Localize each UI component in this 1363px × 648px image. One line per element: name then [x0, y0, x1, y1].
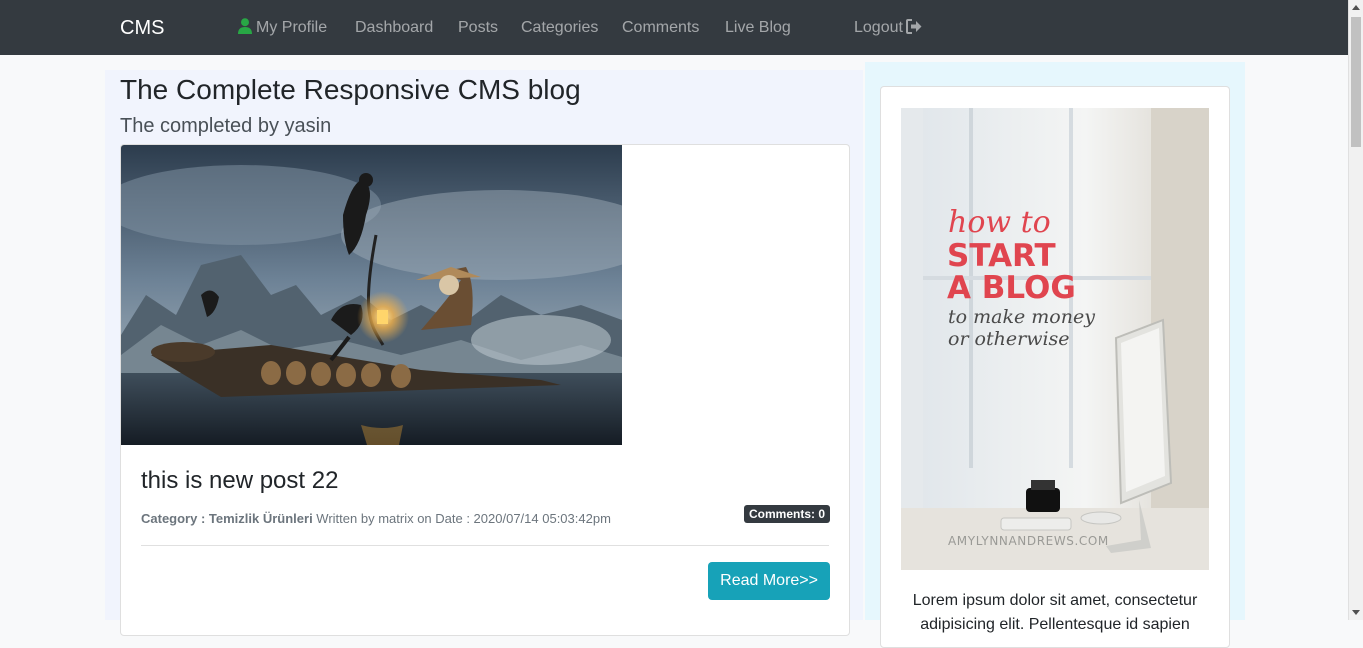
page-title: The Complete Responsive CMS blog	[120, 74, 581, 105]
post-image[interactable]	[121, 145, 622, 445]
sidebar-text: Lorem ipsum dolor sit amet, consectetur …	[912, 592, 1198, 633]
divider	[141, 545, 829, 546]
scroll-up-icon[interactable]	[1352, 5, 1360, 10]
sidebar-image-line2: START	[947, 238, 1056, 274]
post-category[interactable]: Category : Temizlik Ürünleri	[141, 511, 313, 526]
nav-my-profile-label: My Profile	[256, 19, 328, 36]
post-author-date: Written by matrix on Date : 2020/07/14 0…	[312, 511, 611, 526]
sidebar-image: how to START A BLOG to make money or oth…	[901, 108, 1209, 570]
sidebar-card: how to START A BLOG to make money or oth…	[880, 86, 1230, 648]
nav-comments[interactable]: Comments	[622, 16, 699, 40]
nav-logout-label: Logout	[854, 19, 903, 36]
scroll-down-icon[interactable]	[1352, 610, 1360, 615]
read-more-button[interactable]: Read More>>	[708, 562, 830, 600]
nav-dashboard[interactable]: Dashboard	[355, 16, 433, 40]
sidebar-image-watermark: AMYLYNNANDREWS.COM	[948, 534, 1109, 548]
nav-categories[interactable]: Categories	[521, 16, 598, 40]
nav-posts[interactable]: Posts	[458, 16, 498, 40]
page-subtitle: The completed by yasin	[120, 115, 332, 137]
top-navbar: CMS My Profile Dashboard Posts Categorie…	[0, 0, 1348, 55]
post-card: this is new post 22 Category : Temizlik …	[120, 144, 850, 636]
sign-out-icon	[905, 19, 922, 34]
nav-my-profile[interactable]: My Profile	[238, 16, 327, 40]
user-icon	[238, 18, 252, 34]
sidebar-image-line4: to make money	[948, 306, 1095, 328]
scroll-thumb[interactable]	[1351, 17, 1361, 147]
comments-badge: Comments: 0	[743, 505, 830, 523]
post-title[interactable]: this is new post 22	[141, 465, 338, 497]
brand-logo[interactable]: CMS	[120, 14, 164, 42]
sidebar-image-line5: or otherwise	[948, 328, 1070, 350]
post-meta: Category : Temizlik Ürünleri Written by …	[141, 510, 611, 528]
nav-logout[interactable]: Logout	[854, 16, 922, 40]
nav-live-blog[interactable]: Live Blog	[725, 16, 791, 40]
page-scrollbar[interactable]	[1348, 0, 1363, 620]
sidebar-image-line3: A BLOG	[947, 270, 1076, 306]
sidebar-image-line1: how to	[948, 205, 1051, 240]
